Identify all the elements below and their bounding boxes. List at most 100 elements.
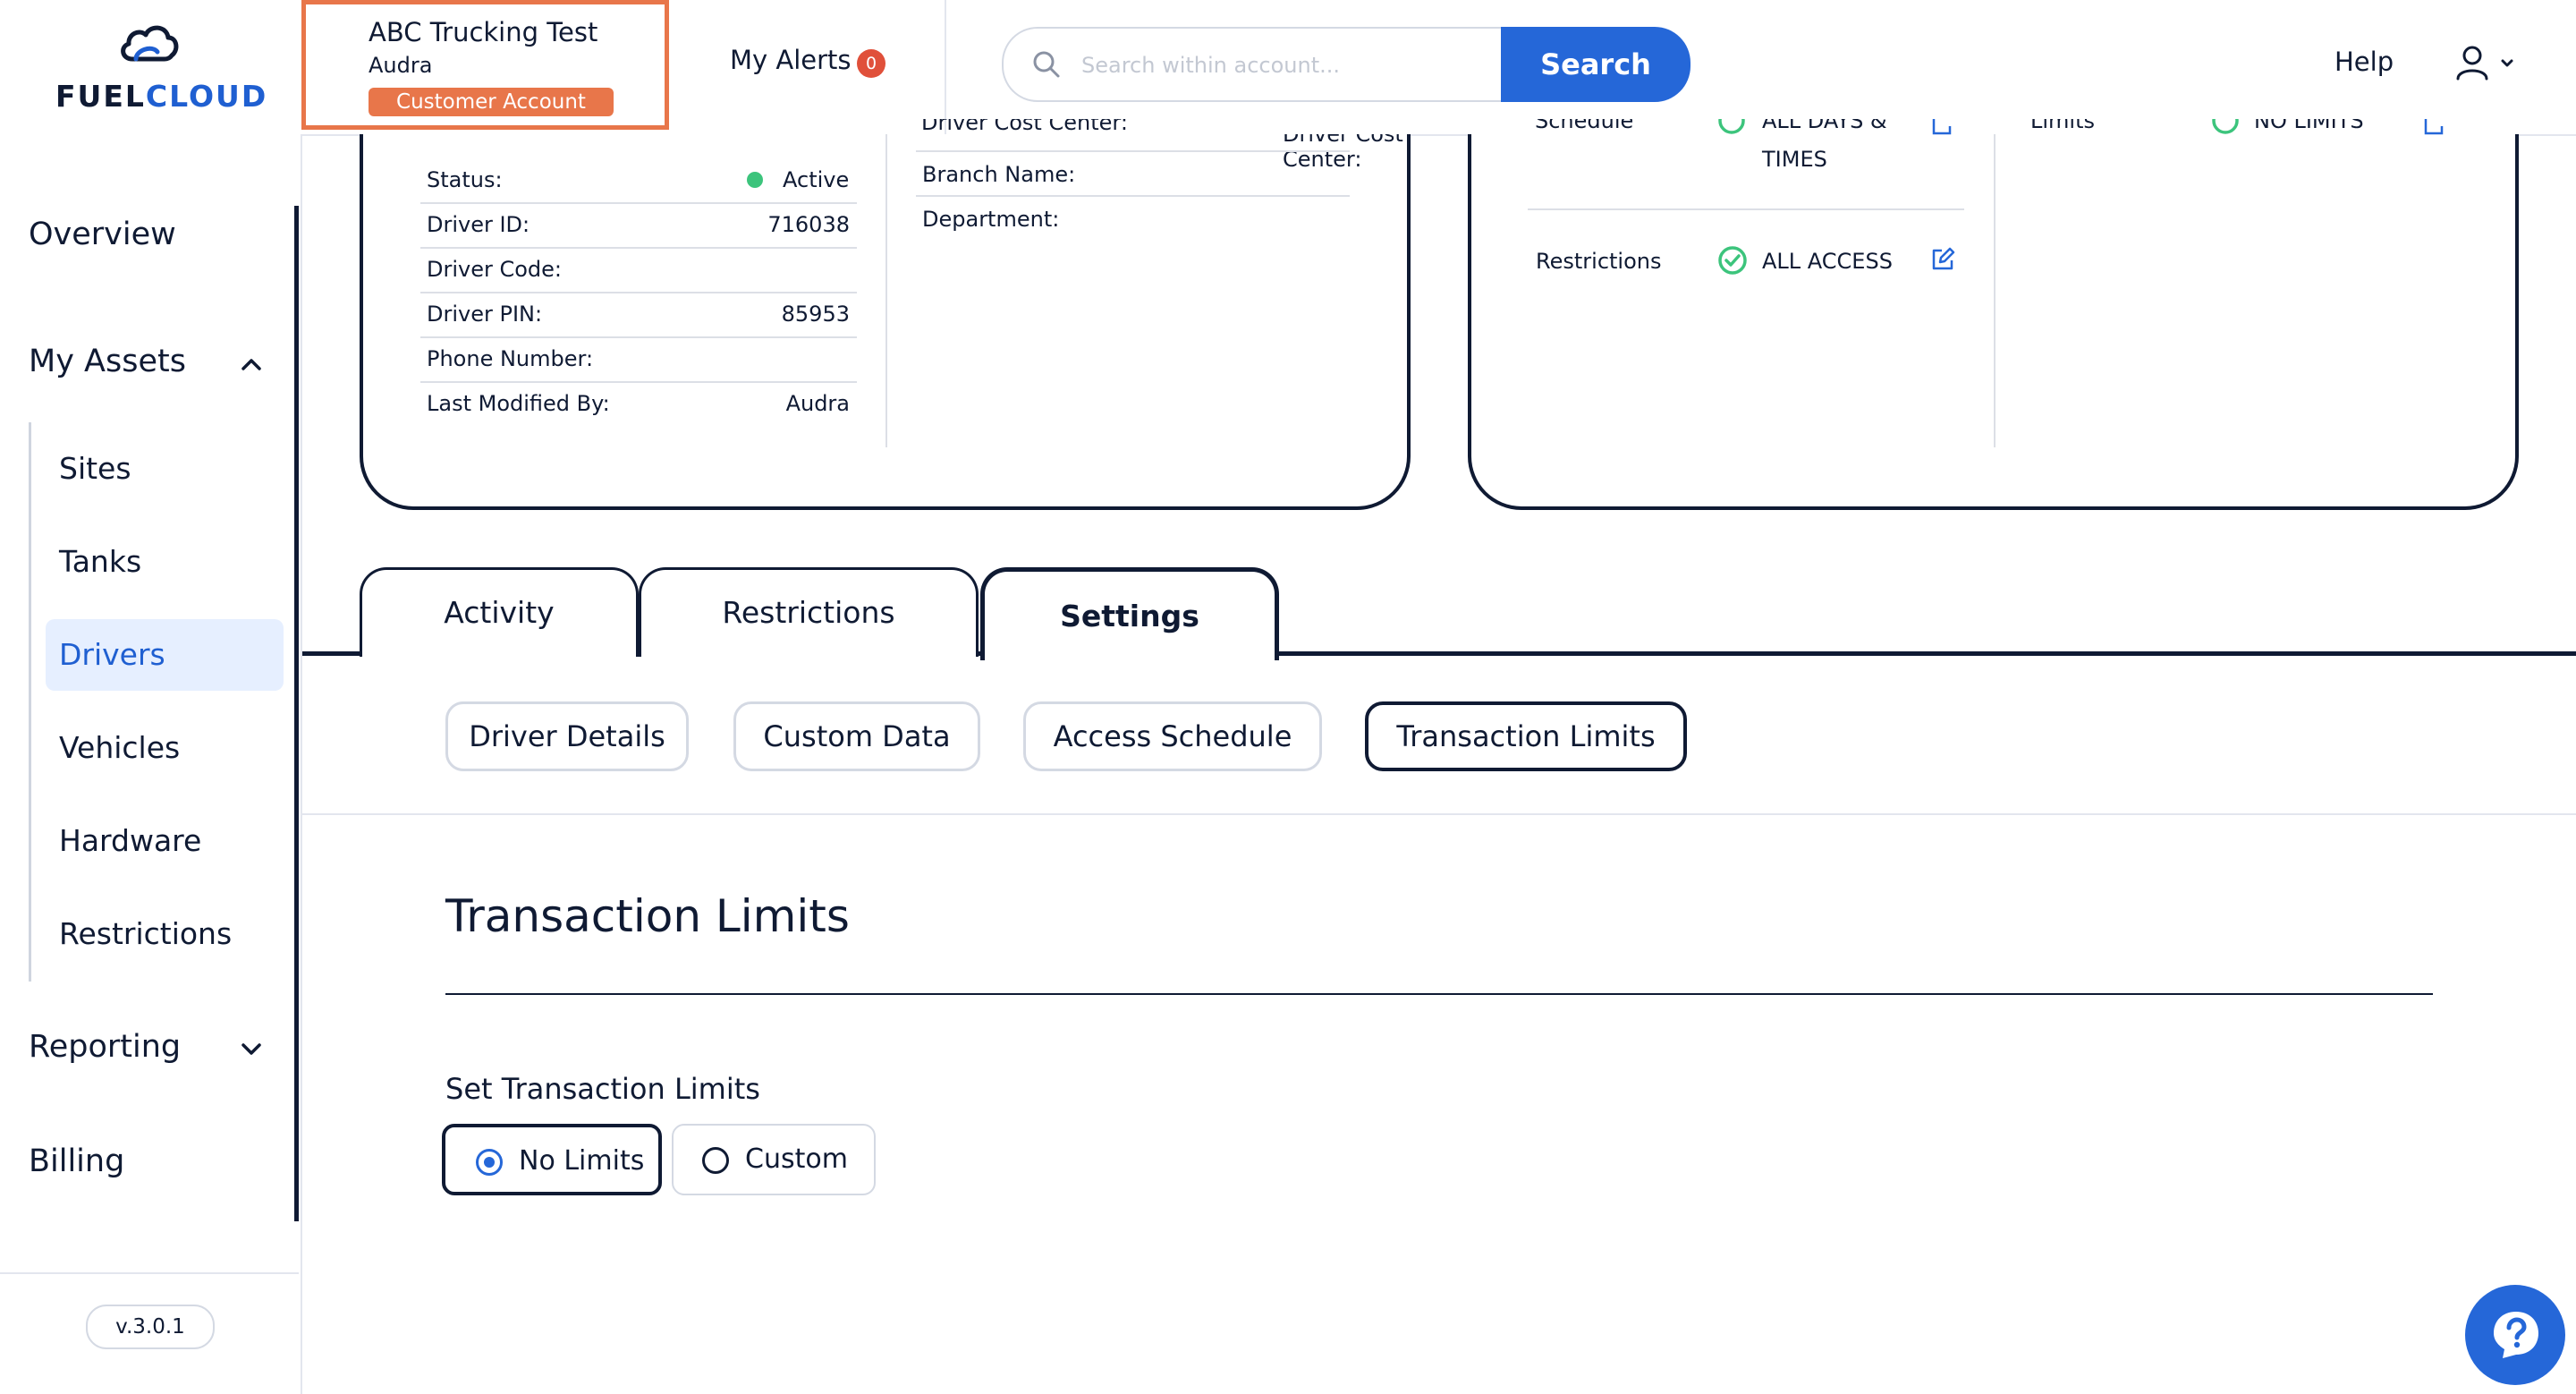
driver-pin-label: Driver PIN: xyxy=(427,302,543,327)
edit-icon[interactable] xyxy=(1930,247,1955,272)
check-circle-icon xyxy=(1718,119,1745,134)
search-input-container xyxy=(1002,27,1504,102)
row-divider xyxy=(420,292,857,293)
driver-cost-center-row: Driver Cost Center: xyxy=(921,119,1279,134)
sidebar-item-drivers[interactable]: Drivers xyxy=(59,637,165,672)
schedule-label: Schedule xyxy=(1535,119,1634,133)
phone-number-label: Phone Number: xyxy=(427,346,594,371)
account-type-badge: Customer Account xyxy=(369,88,614,116)
subtab-custom-data[interactable]: Custom Data xyxy=(733,701,980,771)
alerts-count-badge: 0 xyxy=(857,49,886,78)
chevron-up-icon[interactable] xyxy=(240,356,263,372)
row-divider xyxy=(420,247,857,249)
last-modified-label: Last Modified By: xyxy=(427,391,610,416)
schedule-value-line1: ALL DAYS & xyxy=(1762,119,1887,133)
edit-schedule-button[interactable] xyxy=(1930,119,1953,146)
header-divider xyxy=(945,0,946,134)
sidebar-item-sites[interactable]: Sites xyxy=(59,451,131,486)
sidebar-item-my-assets[interactable]: My Assets xyxy=(29,344,186,379)
radio-no-limits-label: No Limits xyxy=(519,1145,645,1177)
restrictions-summary-value: ALL ACCESS xyxy=(1762,249,1893,274)
branch-name-label: Branch Name: xyxy=(922,162,1076,187)
set-limits-label: Set Transaction Limits xyxy=(445,1072,760,1106)
card-column-divider xyxy=(886,134,887,447)
row-divider xyxy=(420,202,857,204)
driver-id-value: 716038 xyxy=(767,212,850,237)
card-column-divider xyxy=(1994,134,1996,447)
radio-selected-icon xyxy=(476,1149,503,1176)
my-alerts-link[interactable]: My Alerts xyxy=(730,45,852,75)
chevron-down-icon xyxy=(2501,59,2513,67)
edit-icon xyxy=(1932,119,1952,135)
subtab-driver-details[interactable]: Driver Details xyxy=(445,701,689,771)
row-divider xyxy=(420,381,857,383)
account-switcher[interactable]: ABC Trucking Test Audra Customer Account xyxy=(301,0,669,130)
search-input[interactable] xyxy=(1080,45,1486,86)
restrictions-summary-label: Restrictions xyxy=(1536,249,1662,274)
check-circle-icon xyxy=(2212,119,2239,134)
tab-restrictions[interactable]: Restrictions xyxy=(639,567,979,657)
edit-icon xyxy=(2424,119,2444,135)
sidebar-item-vehicles[interactable]: Vehicles xyxy=(59,730,180,765)
sidebar-scroll-indicator xyxy=(294,206,299,1221)
limits-value-row: NO LIMITS xyxy=(2254,119,2388,134)
last-modified-value: Audra xyxy=(785,391,850,416)
row-divider xyxy=(916,150,1350,152)
help-chat-button[interactable] xyxy=(2465,1285,2565,1385)
sidebar-item-restrictions[interactable]: Restrictions xyxy=(59,916,232,951)
edit-limits-button[interactable] xyxy=(2422,119,2445,146)
row-divider xyxy=(420,336,857,338)
check-circle-icon xyxy=(1718,246,1747,275)
status-value: Active xyxy=(783,167,850,192)
radio-unselected-icon xyxy=(702,1147,729,1174)
section-title: Transaction Limits xyxy=(445,890,850,942)
row-divider xyxy=(916,195,1350,197)
limits-value: NO LIMITS xyxy=(2254,119,2364,133)
sidebar-item-overview[interactable]: Overview xyxy=(29,217,176,252)
limits-label: Limits xyxy=(2030,119,2095,133)
row-divider xyxy=(1528,208,1964,210)
question-chat-icon xyxy=(2494,1312,2538,1358)
radio-no-limits[interactable]: No Limits xyxy=(442,1124,662,1195)
top-header: FUELCLOUD ABC Trucking Test Audra Custom… xyxy=(0,0,2576,136)
sidebar-item-billing[interactable]: Billing xyxy=(29,1143,124,1179)
status-active-dot xyxy=(747,172,763,188)
user-icon xyxy=(2456,46,2513,81)
sidebar-divider xyxy=(0,1272,299,1274)
version-badge: v.3.0.1 xyxy=(86,1305,215,1349)
assets-submenu-rail xyxy=(29,422,31,982)
sidebar-item-tanks[interactable]: Tanks xyxy=(59,544,141,579)
driver-pin-value: 85953 xyxy=(781,302,850,327)
chevron-down-icon[interactable] xyxy=(240,1041,263,1058)
search-icon xyxy=(1033,51,1060,78)
cloud-logo-icon xyxy=(121,25,179,62)
sidebar-item-hardware[interactable]: Hardware xyxy=(59,823,201,858)
driver-id-label: Driver ID: xyxy=(427,212,530,237)
help-link[interactable]: Help xyxy=(2334,47,2394,77)
limits-status-icon-clip xyxy=(2211,119,2240,146)
limits-label-row: Limits xyxy=(2030,119,2138,134)
account-user: Audra xyxy=(369,53,433,78)
schedule-label-row: Schedule xyxy=(1535,119,1660,134)
schedule-value-row: ALL DAYS & xyxy=(1762,119,1887,134)
tab-settings[interactable]: Settings xyxy=(980,567,1279,660)
department-label: Department: xyxy=(922,207,1060,232)
driver-cost-center-text: Driver Cost Center: xyxy=(921,119,1128,134)
search-button[interactable]: Search xyxy=(1501,27,1690,102)
search-bar: Search xyxy=(1002,27,1690,102)
account-name: ABC Trucking Test xyxy=(369,17,598,47)
schedule-status-icon-clip xyxy=(1717,119,1746,146)
schedule-value-line2: TIMES xyxy=(1762,147,1827,172)
driver-code-label: Driver Code: xyxy=(427,257,563,282)
subtab-access-schedule[interactable]: Access Schedule xyxy=(1023,701,1322,771)
subtab-transaction-limits[interactable]: Transaction Limits xyxy=(1365,701,1687,771)
fuelcloud-logo[interactable]: FUELCLOUD xyxy=(43,18,266,116)
radio-custom-label: Custom xyxy=(745,1143,848,1175)
status-label: Status: xyxy=(427,167,503,192)
radio-custom[interactable]: Custom xyxy=(672,1124,876,1195)
user-menu-button[interactable] xyxy=(2453,43,2524,84)
logo-text-cloud: CLOUD xyxy=(145,79,268,114)
logo-text-fuel: FUEL xyxy=(55,79,146,114)
tab-activity[interactable]: Activity xyxy=(360,567,639,657)
sidebar-item-reporting[interactable]: Reporting xyxy=(29,1029,181,1065)
